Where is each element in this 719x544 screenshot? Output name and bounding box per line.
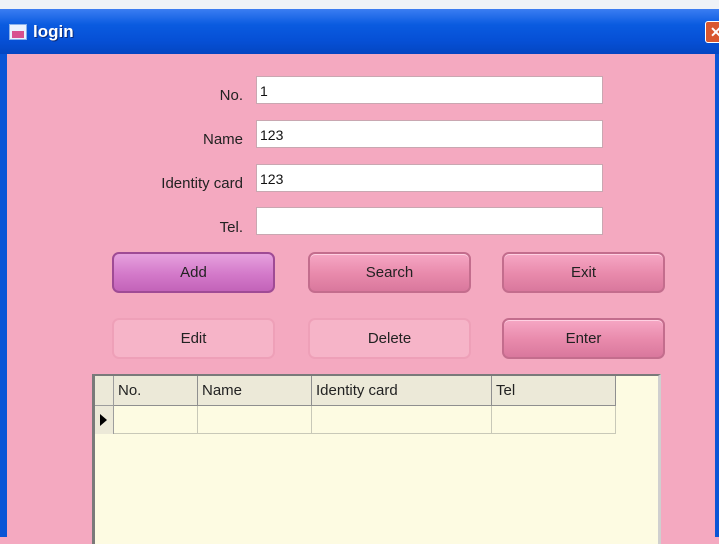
column-header-identity-card[interactable]: Identity card xyxy=(312,376,492,406)
exit-button[interactable]: Exit xyxy=(502,252,665,293)
identity-card-label: Identity card xyxy=(161,175,243,192)
enter-button[interactable]: Enter xyxy=(502,318,665,359)
title-bar[interactable] xyxy=(0,9,719,54)
table-cell[interactable] xyxy=(312,406,492,434)
no-label: No. xyxy=(219,87,243,104)
table-cell[interactable] xyxy=(114,406,198,434)
window-frame-right xyxy=(715,54,719,537)
data-grid[interactable]: No. Name Identity card Tel xyxy=(92,374,661,544)
column-header-no[interactable]: No. xyxy=(114,376,198,406)
column-header-tel[interactable]: Tel xyxy=(492,376,616,406)
tel-label: Tel. xyxy=(219,219,243,236)
tel-field[interactable] xyxy=(256,207,603,235)
identity-card-field[interactable] xyxy=(256,164,603,192)
name-field[interactable] xyxy=(256,120,603,148)
window-frame-left xyxy=(0,54,7,537)
no-field[interactable] xyxy=(256,76,603,104)
search-button[interactable]: Search xyxy=(308,252,471,293)
edit-button[interactable]: Edit xyxy=(112,318,275,359)
row-selector-arrow-icon[interactable] xyxy=(95,406,114,434)
grid-corner-header xyxy=(95,376,114,406)
column-header-name[interactable]: Name xyxy=(198,376,312,406)
delete-button[interactable]: Delete xyxy=(308,318,471,359)
add-button[interactable]: Add xyxy=(112,252,275,293)
top-strip xyxy=(0,0,719,9)
app-icon xyxy=(9,24,27,40)
name-label: Name xyxy=(202,131,243,148)
table-cell[interactable] xyxy=(492,406,616,434)
table-cell[interactable] xyxy=(198,406,312,434)
window-title: login xyxy=(33,22,74,41)
close-icon[interactable]: ✕ xyxy=(705,21,719,43)
